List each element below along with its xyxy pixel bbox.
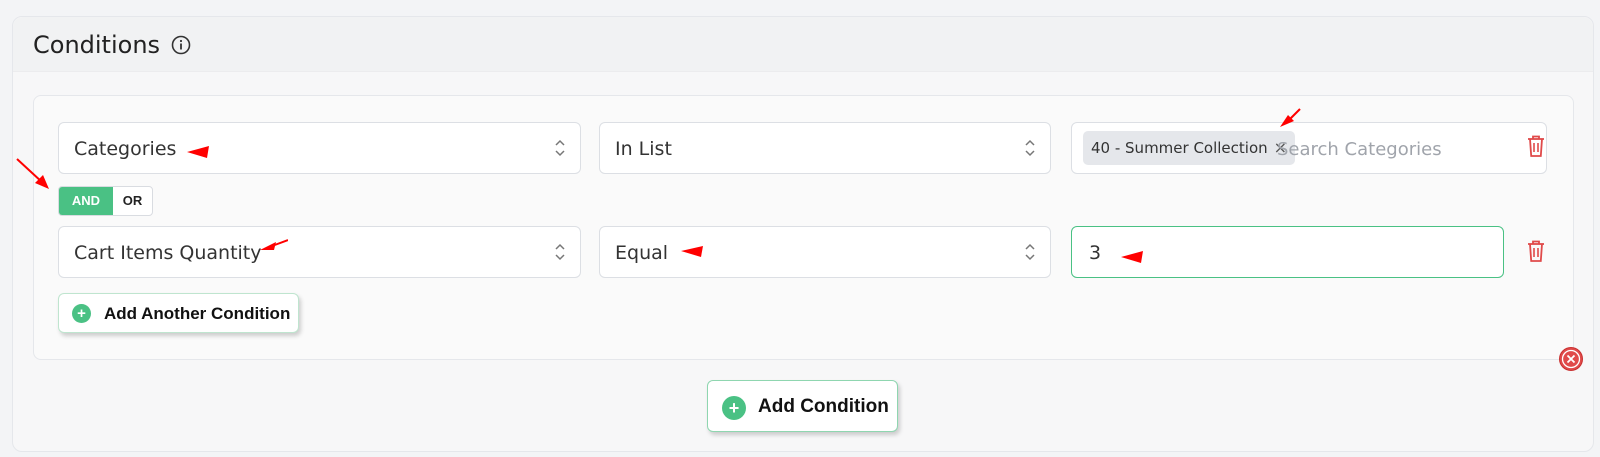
and-or-toggle: AND OR [58, 186, 153, 216]
annotation-arrow-icon [187, 146, 209, 158]
field-select-value: Categories [74, 138, 177, 160]
quantity-value: 3 [1089, 242, 1102, 264]
field-select-cart-items-quantity[interactable]: Cart Items Quantity [58, 226, 581, 278]
chevron-updown-icon [1025, 243, 1035, 261]
add-another-condition-button[interactable]: + Add Another Condition [58, 293, 299, 333]
and-toggle-button[interactable]: AND [59, 187, 113, 215]
selected-category-tag: 40 - Summer Collection × [1083, 131, 1296, 165]
chevron-updown-icon [555, 243, 565, 261]
annotation-arrow-icon [1121, 251, 1143, 263]
trash-icon[interactable] [1526, 134, 1546, 158]
add-condition-button[interactable]: + Add Condition [707, 380, 898, 432]
plus-circle-icon: + [722, 396, 746, 420]
field-select-categories[interactable]: Categories [58, 122, 581, 174]
operator-select-equal[interactable]: Equal [599, 226, 1051, 278]
categories-multiselect[interactable]: 40 - Summer Collection × Search Categorie… [1071, 122, 1547, 174]
operator-select-value: In List [615, 138, 672, 160]
annotation-arrow-icon [16, 158, 49, 189]
chevron-updown-icon [555, 139, 565, 157]
field-select-value: Cart Items Quantity [74, 242, 262, 264]
close-circle-icon[interactable] [1558, 346, 1584, 372]
annotation-arrow-icon [681, 246, 703, 257]
chevron-updown-icon [1025, 139, 1035, 157]
panel-header: Conditions [13, 17, 1593, 72]
operator-select-in-list[interactable]: In List [599, 122, 1051, 174]
info-circle-icon[interactable] [171, 35, 191, 55]
trash-icon[interactable] [1526, 239, 1546, 263]
add-condition-label: Add Condition [758, 396, 889, 417]
or-toggle-button[interactable]: OR [113, 187, 152, 215]
plus-circle-icon: + [72, 304, 91, 323]
panel-title: Conditions [33, 31, 161, 59]
annotation-arrow-icon [260, 239, 288, 250]
category-search-placeholder[interactable]: Search Categories [1277, 139, 1442, 160]
add-another-condition-label: Add Another Condition [104, 304, 291, 323]
operator-select-value: Equal [615, 242, 669, 264]
annotation-arrow-icon [1280, 108, 1301, 127]
